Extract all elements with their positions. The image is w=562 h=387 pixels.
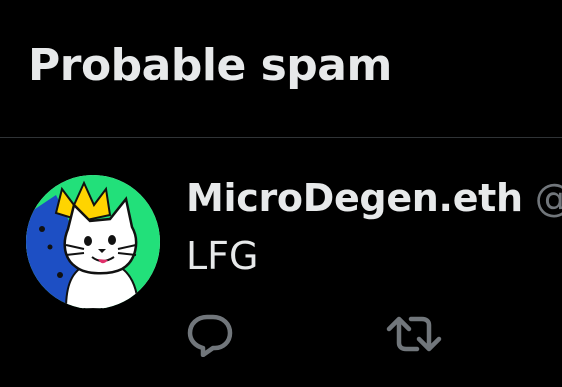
tweet-text: LFG [186, 234, 259, 278]
retweet-button[interactable] [384, 308, 444, 360]
avatar[interactable] [26, 175, 160, 309]
reply-button[interactable] [180, 308, 240, 360]
author-handle[interactable]: @ [535, 176, 562, 220]
section-title: Probable spam [28, 40, 392, 91]
avatar-cat-illustration [26, 175, 160, 309]
reply-icon [187, 314, 233, 357]
author-name[interactable]: MicroDegen.eth [186, 176, 523, 220]
author-line: MicroDegen.eth @ [186, 174, 562, 222]
tweet[interactable]: MicroDegen.eth @ LFG [0, 138, 562, 387]
retweet-icon [386, 316, 442, 352]
